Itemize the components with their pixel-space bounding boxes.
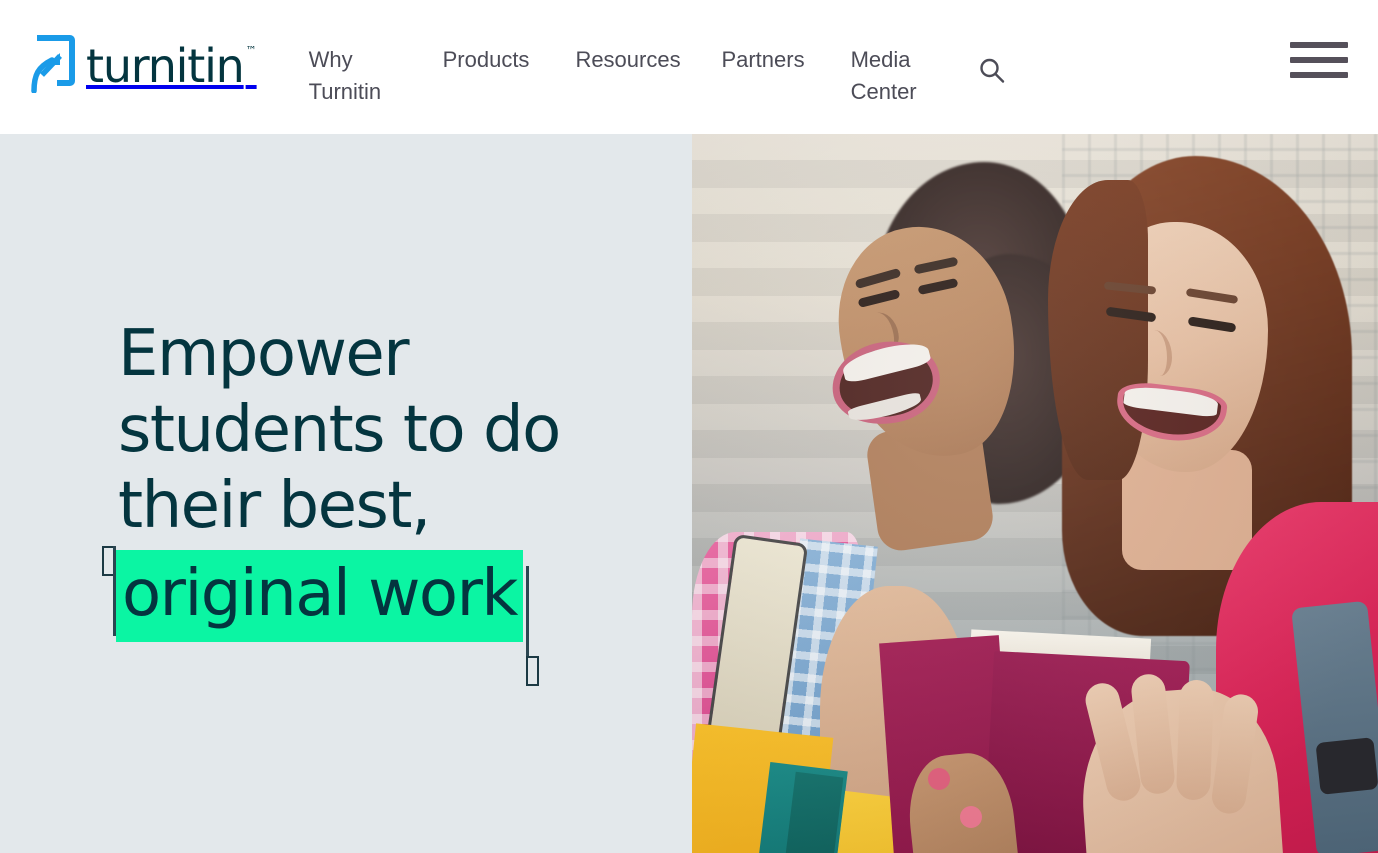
main-navigation: Why Turnitin Products Resources Partners… xyxy=(309,34,1007,108)
nav-item-products[interactable]: Products xyxy=(443,44,530,76)
backpack-buckle xyxy=(1315,737,1378,795)
hero-section: Empower students to do their best, origi… xyxy=(0,134,1378,853)
hamburger-line-2 xyxy=(1290,57,1348,63)
nav-item-why-turnitin[interactable]: Why Turnitin xyxy=(309,44,397,108)
student-right-hair-front xyxy=(1048,180,1148,480)
headline-line-2: students to do xyxy=(118,393,561,467)
fingernail-polish-2 xyxy=(960,806,982,828)
hand-finger-3 xyxy=(1175,679,1215,801)
headline-line-3: their best, xyxy=(118,469,431,543)
headline-line-1: Empower xyxy=(118,317,410,391)
turnitin-arrow-logo xyxy=(30,35,76,93)
search-icon xyxy=(977,58,1007,89)
turnitin-logo-link[interactable]: turnitin ™ xyxy=(30,34,257,94)
page-title: Empower students to do their best, origi… xyxy=(116,316,638,642)
selection-end-box xyxy=(526,656,539,686)
site-header: turnitin ™ Why Turnitin Products Resource… xyxy=(0,0,1378,134)
logo-wordmark: turnitin ™ xyxy=(86,39,257,93)
text-selection-start-handle[interactable] xyxy=(102,546,116,636)
photo-canvas xyxy=(692,134,1378,853)
nav-item-partners[interactable]: Partners xyxy=(721,44,804,76)
selection-start-box xyxy=(102,546,115,576)
hamburger-line-3 xyxy=(1290,72,1348,78)
hero-photo-two-students-laughing xyxy=(692,134,1378,853)
search-button[interactable] xyxy=(977,44,1007,89)
hero-copy: Empower students to do their best, origi… xyxy=(102,316,638,686)
trademark-symbol: ™ xyxy=(245,43,257,57)
fingernail-polish-1 xyxy=(928,768,950,790)
headline-highlighted-text[interactable]: original work xyxy=(116,550,523,642)
hamburger-menu-icon[interactable] xyxy=(1290,38,1348,82)
nav-item-resources[interactable]: Resources xyxy=(575,44,680,76)
nav-item-media-center[interactable]: Media Center xyxy=(851,44,943,108)
hamburger-line-1 xyxy=(1290,42,1348,48)
